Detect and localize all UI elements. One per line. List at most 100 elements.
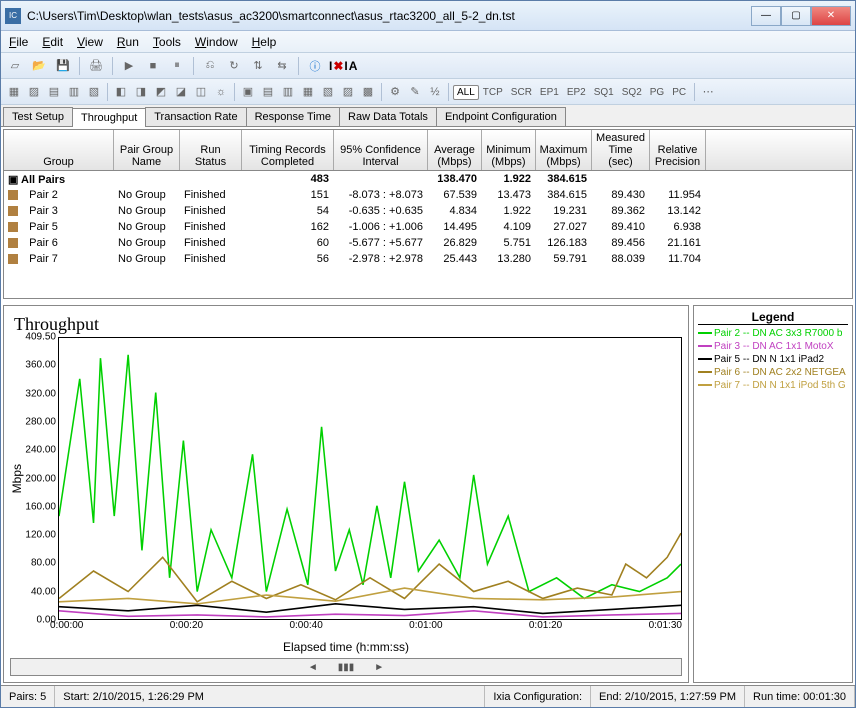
open-icon[interactable]: 📂: [29, 56, 49, 76]
chart-scrollbar[interactable]: ◄▮▮▮►: [10, 658, 682, 676]
table-row[interactable]: Pair 7 No GroupFinished 56-2.978 : +2.97…: [4, 251, 852, 267]
filter-sq1[interactable]: SQ1: [590, 85, 618, 100]
tab-test-setup[interactable]: Test Setup: [3, 107, 73, 126]
tb2-icon-13[interactable]: ▤: [259, 83, 277, 101]
y-axis: 409.50360.00320.00280.00240.00200.00160.…: [26, 337, 58, 620]
col-confidence[interactable]: 95% Confidence Interval: [334, 130, 428, 170]
tb2-icon-11[interactable]: ☼: [212, 83, 230, 101]
table-row[interactable]: Pair 6 No GroupFinished 60-5.677 : +5.67…: [4, 235, 852, 251]
tb2-icon-21[interactable]: ½: [426, 83, 444, 101]
tb2-icon-1[interactable]: ▦: [5, 83, 23, 101]
grid-header: Group Pair Group Name Run Status Timing …: [4, 130, 852, 171]
menu-run[interactable]: Run: [117, 35, 139, 49]
menu-window[interactable]: Window: [195, 35, 238, 49]
new-icon[interactable]: ▱: [5, 56, 25, 76]
app-window: IC C:\Users\Tim\Desktop\wlan_tests\asus_…: [0, 0, 856, 708]
y-tick: 409.50: [25, 332, 56, 343]
tb2-icon-end[interactable]: ⋯: [699, 83, 717, 101]
save-icon[interactable]: 💾: [53, 56, 73, 76]
tb2-icon-8[interactable]: ◩: [152, 83, 170, 101]
maximize-button[interactable]: ▢: [781, 6, 811, 26]
tab-endpoint-configuration[interactable]: Endpoint Configuration: [436, 107, 566, 126]
table-row[interactable]: Pair 2 No GroupFinished 151-8.073 : +8.0…: [4, 187, 852, 203]
toolbar-main: ▱ 📂 💾 🖨 ▶ ■ ⏸ ⎌ ↻ ⇅ ⇆ ⓘ I✖IA: [1, 53, 855, 79]
print-icon[interactable]: 🖨: [86, 56, 106, 76]
close-button[interactable]: ✕: [811, 6, 851, 26]
menu-tools[interactable]: Tools: [153, 35, 181, 49]
app-icon: IC: [5, 8, 21, 24]
menu-file[interactable]: File: [9, 35, 28, 49]
tb2-icon-4[interactable]: ▥: [65, 83, 83, 101]
tb2-icon-14[interactable]: ▥: [279, 83, 297, 101]
legend-item[interactable]: Pair 7 -- DN N 1x1 iPod 5th G: [698, 379, 848, 392]
y-tick: 40.00: [31, 586, 56, 597]
menu-help[interactable]: Help: [252, 35, 277, 49]
tabbar: Test SetupThroughputTransaction RateResp…: [1, 105, 855, 127]
pause-icon[interactable]: ⏸: [167, 56, 187, 76]
tb2-icon-9[interactable]: ◪: [172, 83, 190, 101]
tab-raw-data-totals[interactable]: Raw Data Totals: [339, 107, 437, 126]
tb2-icon-10[interactable]: ◫: [192, 83, 210, 101]
info-icon[interactable]: ⓘ: [305, 56, 325, 76]
y-tick: 240.00: [25, 445, 56, 456]
tb2-icon-15[interactable]: ▦: [299, 83, 317, 101]
col-timing[interactable]: Timing Records Completed: [242, 130, 334, 170]
menubar: File Edit View Run Tools Window Help: [1, 31, 855, 53]
tab-throughput[interactable]: Throughput: [72, 108, 146, 127]
filter-scr[interactable]: SCR: [507, 85, 536, 100]
legend-item[interactable]: Pair 2 -- DN AC 3x3 R7000 b: [698, 327, 848, 340]
tab-transaction-rate[interactable]: Transaction Rate: [145, 107, 246, 126]
statusbar: Pairs: 5 Start: 2/10/2015, 1:26:29 PM Ix…: [1, 685, 855, 707]
col-group[interactable]: Group: [4, 130, 114, 170]
window-title: C:\Users\Tim\Desktop\wlan_tests\asus_ac3…: [27, 9, 751, 23]
plot-area[interactable]: [58, 337, 682, 620]
tb2-icon-6[interactable]: ◧: [112, 83, 130, 101]
tb2-icon-20[interactable]: ✎: [406, 83, 424, 101]
col-average[interactable]: Average (Mbps): [428, 130, 482, 170]
legend-item[interactable]: Pair 5 -- DN N 1x1 iPad2: [698, 353, 848, 366]
filter-sq2[interactable]: SQ2: [618, 85, 646, 100]
table-row[interactable]: Pair 3 No GroupFinished 54-0.635 : +0.63…: [4, 203, 852, 219]
filter-tcp[interactable]: TCP: [479, 85, 507, 100]
legend-item[interactable]: Pair 3 -- DN AC 1x1 MotoX: [698, 340, 848, 353]
filter-ep1[interactable]: EP1: [536, 85, 563, 100]
tb2-icon-16[interactable]: ▧: [319, 83, 337, 101]
stop-icon[interactable]: ■: [143, 56, 163, 76]
tb2-icon-3[interactable]: ▤: [45, 83, 63, 101]
tb2-icon-5[interactable]: ▧: [85, 83, 103, 101]
minimize-button[interactable]: —: [751, 6, 781, 26]
tb2-icon-18[interactable]: ▩: [359, 83, 377, 101]
filter-pc[interactable]: PC: [668, 85, 690, 100]
col-precision[interactable]: Relative Precision: [650, 130, 706, 170]
tb2-icon-2[interactable]: ▨: [25, 83, 43, 101]
menu-edit[interactable]: Edit: [42, 35, 63, 49]
col-pairgroup[interactable]: Pair Group Name: [114, 130, 180, 170]
y-tick: 280.00: [25, 416, 56, 427]
chart-area: Throughput Mbps 409.50360.00320.00280.00…: [3, 305, 853, 683]
tb2-icon-12[interactable]: ▣: [239, 83, 257, 101]
misc1-icon[interactable]: ⎌: [200, 56, 220, 76]
tb2-icon-19[interactable]: ⚙: [386, 83, 404, 101]
tb2-icon-7[interactable]: ◨: [132, 83, 150, 101]
misc3-icon[interactable]: ⇅: [248, 56, 268, 76]
filter-ep2[interactable]: EP2: [563, 85, 590, 100]
filter-pg[interactable]: PG: [646, 85, 668, 100]
misc4-icon[interactable]: ⇆: [272, 56, 292, 76]
x-tick: 0:00:20: [170, 620, 203, 638]
menu-view[interactable]: View: [77, 35, 103, 49]
legend-item[interactable]: Pair 6 -- DN AC 2x2 NETGEA: [698, 366, 848, 379]
col-minimum[interactable]: Minimum (Mbps): [482, 130, 536, 170]
misc2-icon[interactable]: ↻: [224, 56, 244, 76]
filter-all[interactable]: ALL: [453, 85, 479, 100]
col-runstatus[interactable]: Run Status: [180, 130, 242, 170]
y-tick: 160.00: [25, 501, 56, 512]
run-icon[interactable]: ▶: [119, 56, 139, 76]
summary-label[interactable]: ▣ All Pairs: [4, 173, 114, 186]
toolbar-secondary: ▦ ▨ ▤ ▥ ▧ ◧ ◨ ◩ ◪ ◫ ☼ ▣ ▤ ▥ ▦ ▧ ▨ ▩ ⚙ ✎ …: [1, 79, 855, 105]
table-row[interactable]: Pair 5 No GroupFinished 162-1.006 : +1.0…: [4, 219, 852, 235]
tab-response-time[interactable]: Response Time: [246, 107, 340, 126]
tb2-icon-17[interactable]: ▨: [339, 83, 357, 101]
col-maximum[interactable]: Maximum (Mbps): [536, 130, 592, 170]
col-measured[interactable]: Measured Time (sec): [592, 130, 650, 170]
chart-panel: Throughput Mbps 409.50360.00320.00280.00…: [3, 305, 689, 683]
